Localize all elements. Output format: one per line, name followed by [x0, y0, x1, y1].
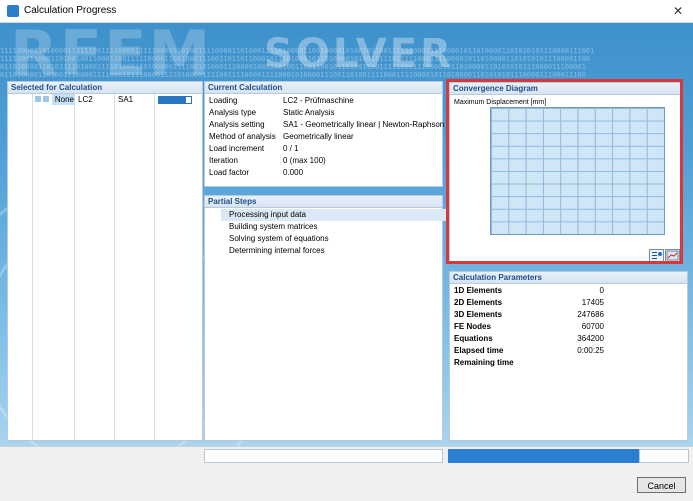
banner-binary: 1111000011010000111111001111000011111000…: [0, 47, 693, 79]
current-label: Iteration: [209, 156, 238, 165]
current-value: 0 / 1: [283, 144, 299, 153]
convergence-highlight: [446, 79, 683, 264]
param-value: 0: [599, 286, 604, 295]
cancel-button[interactable]: Cancel: [637, 477, 686, 493]
param-label: Elapsed time: [454, 346, 504, 355]
column-divider: [154, 94, 155, 440]
param-label: 3D Elements: [454, 310, 503, 319]
param-label: Equations: [454, 334, 493, 343]
parameters-panel: Calculation Parameters 1D Elements 0 2D …: [449, 271, 688, 441]
current-value: 0.000: [283, 168, 304, 177]
current-calculation-header: Current Calculation: [205, 82, 442, 94]
row-load-case: LC2: [78, 95, 93, 104]
selected-panel: Selected for Calculation None LC2 SA1: [7, 81, 203, 441]
step-item: Solving system of equations: [229, 234, 329, 243]
app-icon: [7, 5, 19, 17]
column-divider: [74, 94, 75, 440]
binary-line: 1111000110001101001001100011001111100001…: [0, 55, 591, 63]
current-value: Geometrically linear: [283, 132, 354, 141]
progress-remainder: [639, 449, 689, 463]
column-divider: [32, 94, 33, 440]
binary-line: 0110100001101001110000111100010111000011…: [0, 71, 586, 79]
param-label: Remaining time: [454, 358, 514, 367]
current-label: Loading: [209, 96, 238, 105]
overall-progress-bar: [448, 449, 640, 463]
current-value: SA1 - Geometrically linear | Newton-Raph…: [283, 120, 445, 129]
step-item: Processing input data: [221, 209, 449, 221]
selected-header: Selected for Calculation: [8, 82, 202, 94]
status-field: [204, 449, 443, 463]
step-item: Determining internal forces: [229, 246, 325, 255]
param-row: 1D Elements 0: [454, 285, 604, 297]
param-row: Elapsed time 0:00:25: [454, 345, 604, 357]
status-checkbox[interactable]: [43, 96, 49, 102]
current-value: 0 (max 100): [283, 156, 326, 165]
current-calculation-panel: Current Calculation Loading LC2 - Prüfma…: [204, 81, 445, 187]
current-value: Static Analysis: [283, 108, 335, 117]
row-analysis-setting: SA1: [118, 95, 134, 104]
current-value: LC2 - Prüfmaschine: [283, 96, 354, 105]
current-label: Method of analysis: [209, 132, 276, 141]
param-row: Remaining time: [454, 357, 604, 369]
overall-progress-fill: [449, 450, 611, 462]
partial-steps-panel: Partial Steps Processing input data Buil…: [204, 195, 449, 441]
row-progress-fill: [159, 97, 187, 103]
param-label: 1D Elements: [454, 286, 503, 295]
partial-steps-header: Partial Steps: [205, 196, 442, 208]
row-name: None: [52, 94, 75, 105]
param-label: FE Nodes: [454, 322, 491, 331]
param-label: 2D Elements: [454, 298, 503, 307]
row-progress-bar: [158, 96, 192, 104]
param-value: 247686: [577, 310, 604, 319]
param-row: Equations 364200: [454, 333, 604, 345]
current-label: Analysis setting: [209, 120, 265, 129]
current-label: Load factor: [209, 168, 250, 177]
select-checkbox[interactable]: [35, 96, 41, 102]
param-row: 3D Elements 247686: [454, 309, 604, 321]
param-value: 17405: [581, 298, 604, 307]
param-value: 0:00:25: [577, 346, 604, 355]
param-value: 364200: [577, 334, 604, 343]
parameters-header: Calculation Parameters: [450, 272, 687, 284]
binary-line: 1111000011010000111111001111000011111000…: [0, 47, 595, 55]
current-label: Load increment: [209, 144, 265, 153]
param-row: 2D Elements 17405: [454, 297, 604, 309]
binary-line: 0110100001101011110100011110100011010000…: [0, 63, 586, 71]
column-divider: [114, 94, 115, 440]
param-value: 60700: [581, 322, 604, 331]
title-bar: Calculation Progress ✕: [0, 0, 693, 23]
calculation-row[interactable]: None LC2 SA1: [8, 94, 201, 105]
current-label: Analysis type: [209, 108, 257, 117]
param-row: FE Nodes 60700: [454, 321, 604, 333]
window-title: Calculation Progress: [24, 5, 117, 16]
close-button[interactable]: ✕: [663, 0, 693, 22]
step-item: Building system matrices: [229, 222, 318, 231]
